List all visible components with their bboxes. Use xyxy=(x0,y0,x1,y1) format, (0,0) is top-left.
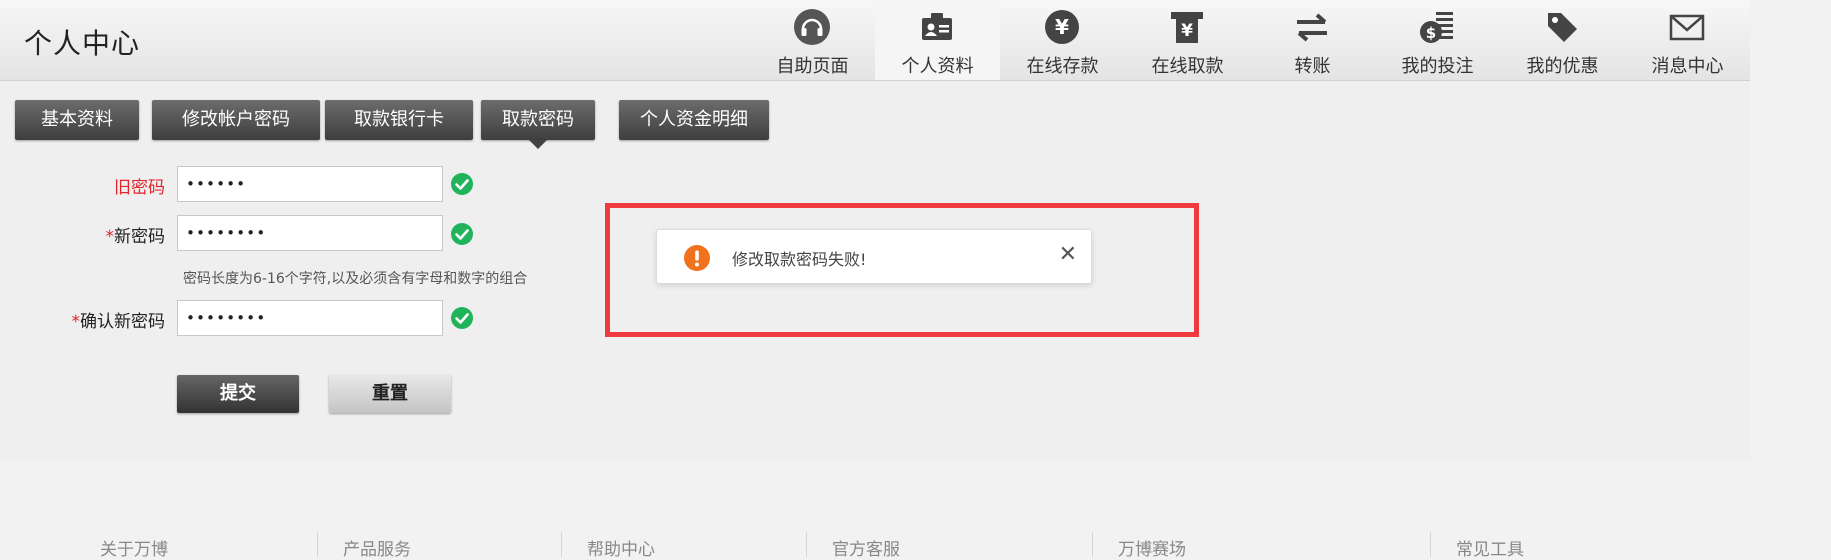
new-password-label-text: 新密码 xyxy=(114,227,165,247)
confirm-password-label-text: 确认新密码 xyxy=(80,312,165,332)
envelope-icon xyxy=(1669,14,1705,41)
new-password-label: *新密码 xyxy=(45,222,166,247)
nav-item-my-bets[interactable]: $ 我的投注 xyxy=(1375,0,1500,80)
atm-withdraw-icon: ¥ xyxy=(1171,12,1203,43)
footer-divider xyxy=(561,532,562,557)
subtab-withdraw-password[interactable]: 取款密码 xyxy=(481,100,595,149)
nav-item-self-service[interactable]: 自助页面 xyxy=(750,0,875,80)
svg-text:$: $ xyxy=(1426,24,1436,42)
close-icon[interactable]: ✕ xyxy=(1059,240,1077,270)
nav-label: 在线取款 xyxy=(1151,56,1224,77)
nav-label: 自助页面 xyxy=(776,56,849,77)
footer-link-support[interactable]: 官方客服 xyxy=(832,535,900,560)
check-circle-icon xyxy=(451,223,473,245)
check-circle-icon xyxy=(451,307,473,329)
footer-link-products[interactable]: 产品服务 xyxy=(343,535,411,560)
subtab-basic-info[interactable]: 基本资料 xyxy=(15,100,139,140)
check-circle-icon xyxy=(451,173,473,195)
yen-coin-icon: ¥ xyxy=(1045,10,1079,44)
subtab-withdraw-bank-card[interactable]: 取款银行卡 xyxy=(325,100,473,140)
old-password-label: 旧密码 xyxy=(114,178,165,198)
footer-divider xyxy=(1092,532,1093,557)
required-mark: * xyxy=(71,312,81,332)
confirm-password-label: *确认新密码 xyxy=(45,307,166,332)
new-password-field[interactable] xyxy=(177,215,443,251)
nav-item-deposit[interactable]: ¥ 在线存款 xyxy=(1000,0,1125,80)
page-title: 个人中心 xyxy=(24,27,141,60)
nav-label: 消息中心 xyxy=(1651,56,1724,77)
svg-text:¥: ¥ xyxy=(1055,15,1069,39)
footer-link-arena[interactable]: 万博赛场 xyxy=(1118,535,1186,560)
confirm-password-field[interactable] xyxy=(177,300,443,336)
money-bag-icon: $ xyxy=(1420,12,1453,43)
header-bar: 个人中心 自助页面 个人资料 ¥ 在线存款 ¥ 在线取款 转账 $ 我的投注 我… xyxy=(0,0,1750,81)
nav-item-promotions[interactable]: 我的优惠 xyxy=(1500,0,1625,80)
nav-label: 个人资料 xyxy=(901,56,974,77)
footer-divider xyxy=(317,532,318,557)
price-tag-icon xyxy=(1548,13,1577,42)
old-password-field[interactable] xyxy=(177,166,443,202)
nav-item-profile[interactable]: 个人资料 xyxy=(875,0,1000,80)
password-rule-hint: 密码长度为6-16个字符,以及必须含有字母和数字的组合 xyxy=(183,271,528,287)
subtab-fund-details[interactable]: 个人资金明细 xyxy=(619,100,769,140)
nav-item-transfer[interactable]: 转账 xyxy=(1250,0,1375,80)
submit-button[interactable]: 提交 xyxy=(177,375,299,413)
footer-divider xyxy=(1430,532,1431,557)
id-card-icon xyxy=(922,13,952,40)
nav-label: 我的优惠 xyxy=(1526,56,1599,77)
headset-icon xyxy=(794,9,830,45)
subtab-change-account-password[interactable]: 修改帐户密码 xyxy=(152,100,320,140)
nav-label: 我的投注 xyxy=(1401,56,1474,77)
footer-divider xyxy=(806,532,807,557)
svg-text:¥: ¥ xyxy=(1181,21,1193,41)
footer-link-tools[interactable]: 常见工具 xyxy=(1456,535,1524,560)
nav-item-messages[interactable]: 消息中心 xyxy=(1625,0,1750,80)
toast-message: 修改取款密码失败! xyxy=(732,250,867,269)
footer-link-help[interactable]: 帮助中心 xyxy=(587,535,655,560)
required-mark: * xyxy=(105,227,115,247)
top-nav: 自助页面 个人资料 ¥ 在线存款 ¥ 在线取款 转账 $ 我的投注 我的优惠 消… xyxy=(750,0,1750,80)
nav-label: 在线存款 xyxy=(1026,56,1099,77)
error-toast: 修改取款密码失败! ✕ xyxy=(656,229,1092,284)
footer-link-about[interactable]: 关于万博 xyxy=(100,535,168,560)
transfer-arrows-icon xyxy=(1297,13,1327,42)
nav-item-withdraw[interactable]: ¥ 在线取款 xyxy=(1125,0,1250,80)
warning-icon xyxy=(684,245,710,271)
nav-label: 转账 xyxy=(1294,56,1331,77)
reset-button[interactable]: 重置 xyxy=(329,375,451,413)
